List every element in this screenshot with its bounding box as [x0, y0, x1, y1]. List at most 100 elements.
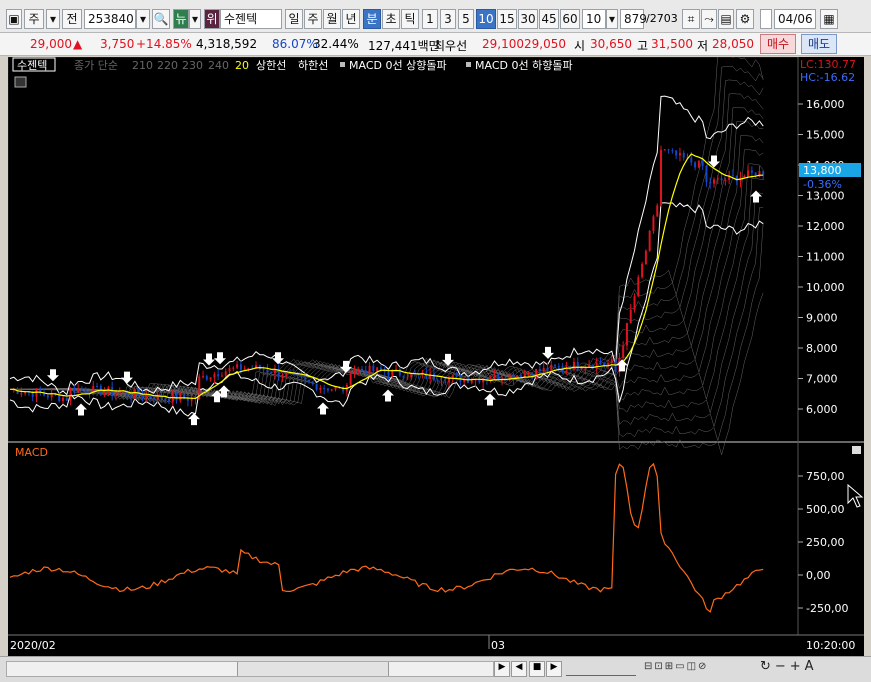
table-toggle-icon[interactable]: [14, 76, 27, 88]
candle-body: [107, 387, 110, 392]
interval-60[interactable]: 60: [560, 9, 580, 29]
market-select[interactable]: 주: [24, 9, 44, 29]
legend-macd-down: MACD 0선 하향돌파: [475, 58, 573, 72]
candle-body: [304, 377, 307, 380]
up-arrow-icon: ▲: [73, 37, 83, 51]
candle-body: [656, 205, 659, 217]
candle-body: [554, 364, 557, 367]
rank-button[interactable]: 위: [204, 9, 220, 29]
candle-body: [735, 175, 738, 182]
period-month[interactable]: 월: [323, 9, 341, 29]
candle-body: [103, 391, 106, 395]
high-label: 고: [637, 39, 649, 53]
macd-tick-label: 500,00: [806, 503, 845, 516]
candle-body: [77, 388, 80, 393]
scroll-prev-icon[interactable]: ◀: [511, 661, 527, 677]
sell-button[interactable]: 매도: [801, 34, 837, 54]
candle-body: [720, 178, 723, 181]
candle-body: [270, 372, 273, 374]
settings-gear-icon[interactable]: ⚙: [736, 9, 754, 29]
period-day[interactable]: 일: [285, 9, 303, 29]
candle-body: [232, 367, 235, 369]
price-change-pct: +14.85%: [136, 37, 192, 51]
interval-15[interactable]: 15: [497, 9, 517, 29]
unit-tick[interactable]: 틱: [401, 9, 419, 29]
toolbar: ▣ 주 ▾ 전 253840 ▾ 🔍 뉴 ▾ 위 수젠텍 일 주 월 년 분 초…: [0, 0, 871, 33]
interval-5[interactable]: 5: [458, 9, 474, 29]
candle-body: [625, 322, 628, 346]
unit-minute[interactable]: 분: [363, 9, 381, 29]
macd-title: MACD: [15, 446, 48, 459]
speed-slider[interactable]: [566, 661, 636, 676]
grid-icon[interactable]: ⌗: [682, 9, 700, 29]
low-price: 28,050: [712, 37, 754, 51]
lc-label: LC:130.77: [800, 58, 856, 71]
interval-45[interactable]: 45: [539, 9, 559, 29]
search-icon[interactable]: 🔍: [152, 9, 170, 29]
interval-input[interactable]: 10: [582, 9, 606, 29]
candle-body: [527, 373, 530, 375]
price-tick-label: 7,000: [806, 373, 838, 386]
best-bid-label: 최우선: [434, 39, 468, 53]
interval-dropdown-icon[interactable]: ▾: [606, 9, 618, 29]
prev-button[interactable]: 전: [62, 9, 82, 29]
candle-body: [580, 368, 583, 370]
stock-chart[interactable]: 수젠텍 종가 단순 210 220 230 240 20 상한선 하한선 MAC…: [7, 52, 864, 657]
candle-body: [455, 375, 458, 377]
candle-body: [436, 380, 439, 382]
candle-body: [65, 397, 68, 401]
candle-body: [152, 397, 155, 400]
interval-1[interactable]: 1: [422, 9, 438, 29]
macd-tick-label: 250,00: [806, 536, 845, 549]
macd-line: [9, 462, 764, 613]
ratio-1: 86.07%: [272, 37, 318, 51]
price-tick-label: 6,000: [806, 403, 838, 416]
period-week[interactable]: 주: [304, 9, 322, 29]
candle-body: [20, 393, 23, 395]
candle-body: [323, 387, 326, 389]
quote-info-row: 29,000 ▲ 3,750 +14.85% 4,318,592 86.07% …: [0, 33, 871, 56]
zoom-icon-group[interactable]: ⊟⊡⊞▭◫⊘: [644, 661, 754, 675]
volume: 4,318,592: [196, 37, 258, 51]
candle-body: [709, 181, 712, 184]
scroll-first-icon[interactable]: ▶: [494, 661, 510, 677]
open-price: 30,650: [590, 37, 632, 51]
candle-body: [368, 365, 371, 374]
news-dropdown-icon[interactable]: ▾: [189, 9, 201, 29]
candle-body: [35, 389, 38, 397]
trend-icon[interactable]: ⤳: [701, 9, 717, 29]
save-icon[interactable]: ▤: [718, 9, 734, 29]
interval-30[interactable]: 30: [518, 9, 538, 29]
date-input[interactable]: 04/06: [774, 9, 816, 29]
window-menu-icon[interactable]: ▣: [6, 9, 22, 29]
price-tick-label: 10,000: [806, 281, 845, 294]
news-button[interactable]: 뉴: [173, 9, 189, 29]
interval-3[interactable]: 3: [440, 9, 456, 29]
date-checkbox[interactable]: [760, 9, 772, 29]
view-controls[interactable]: ↻−+A: [760, 659, 860, 677]
calendar-icon[interactable]: ▦: [820, 9, 838, 29]
candle-body: [387, 371, 390, 376]
market-dropdown-icon[interactable]: ▾: [46, 9, 60, 29]
buy-button[interactable]: 매수: [760, 34, 796, 54]
current-price-tag-text: 13,800: [803, 164, 842, 177]
scrollbar-thumb[interactable]: [237, 662, 389, 676]
unit-second[interactable]: 초: [382, 9, 400, 29]
interval-10[interactable]: 10: [476, 9, 496, 29]
stock-code-input[interactable]: 253840: [84, 9, 136, 29]
best-bid-2: 29,050: [524, 37, 566, 51]
count-input[interactable]: 879: [620, 9, 647, 29]
stop-icon[interactable]: ■: [529, 661, 545, 677]
period-year[interactable]: 년: [342, 9, 360, 29]
chart-area[interactable]: 수젠텍 종가 단순 210 220 230 240 20 상한선 하한선 MAC…: [7, 52, 864, 657]
candle-body: [133, 390, 136, 398]
candle-body: [440, 381, 443, 383]
candle-body: [349, 374, 352, 385]
candle-body: [334, 387, 337, 390]
candle-body: [24, 392, 27, 394]
horizontal-scrollbar[interactable]: [6, 661, 494, 677]
scroll-next-icon[interactable]: ▶: [546, 661, 562, 677]
code-dropdown-icon[interactable]: ▾: [136, 9, 150, 29]
macd-panel-close-icon[interactable]: [852, 446, 861, 454]
candle-body: [678, 152, 681, 156]
